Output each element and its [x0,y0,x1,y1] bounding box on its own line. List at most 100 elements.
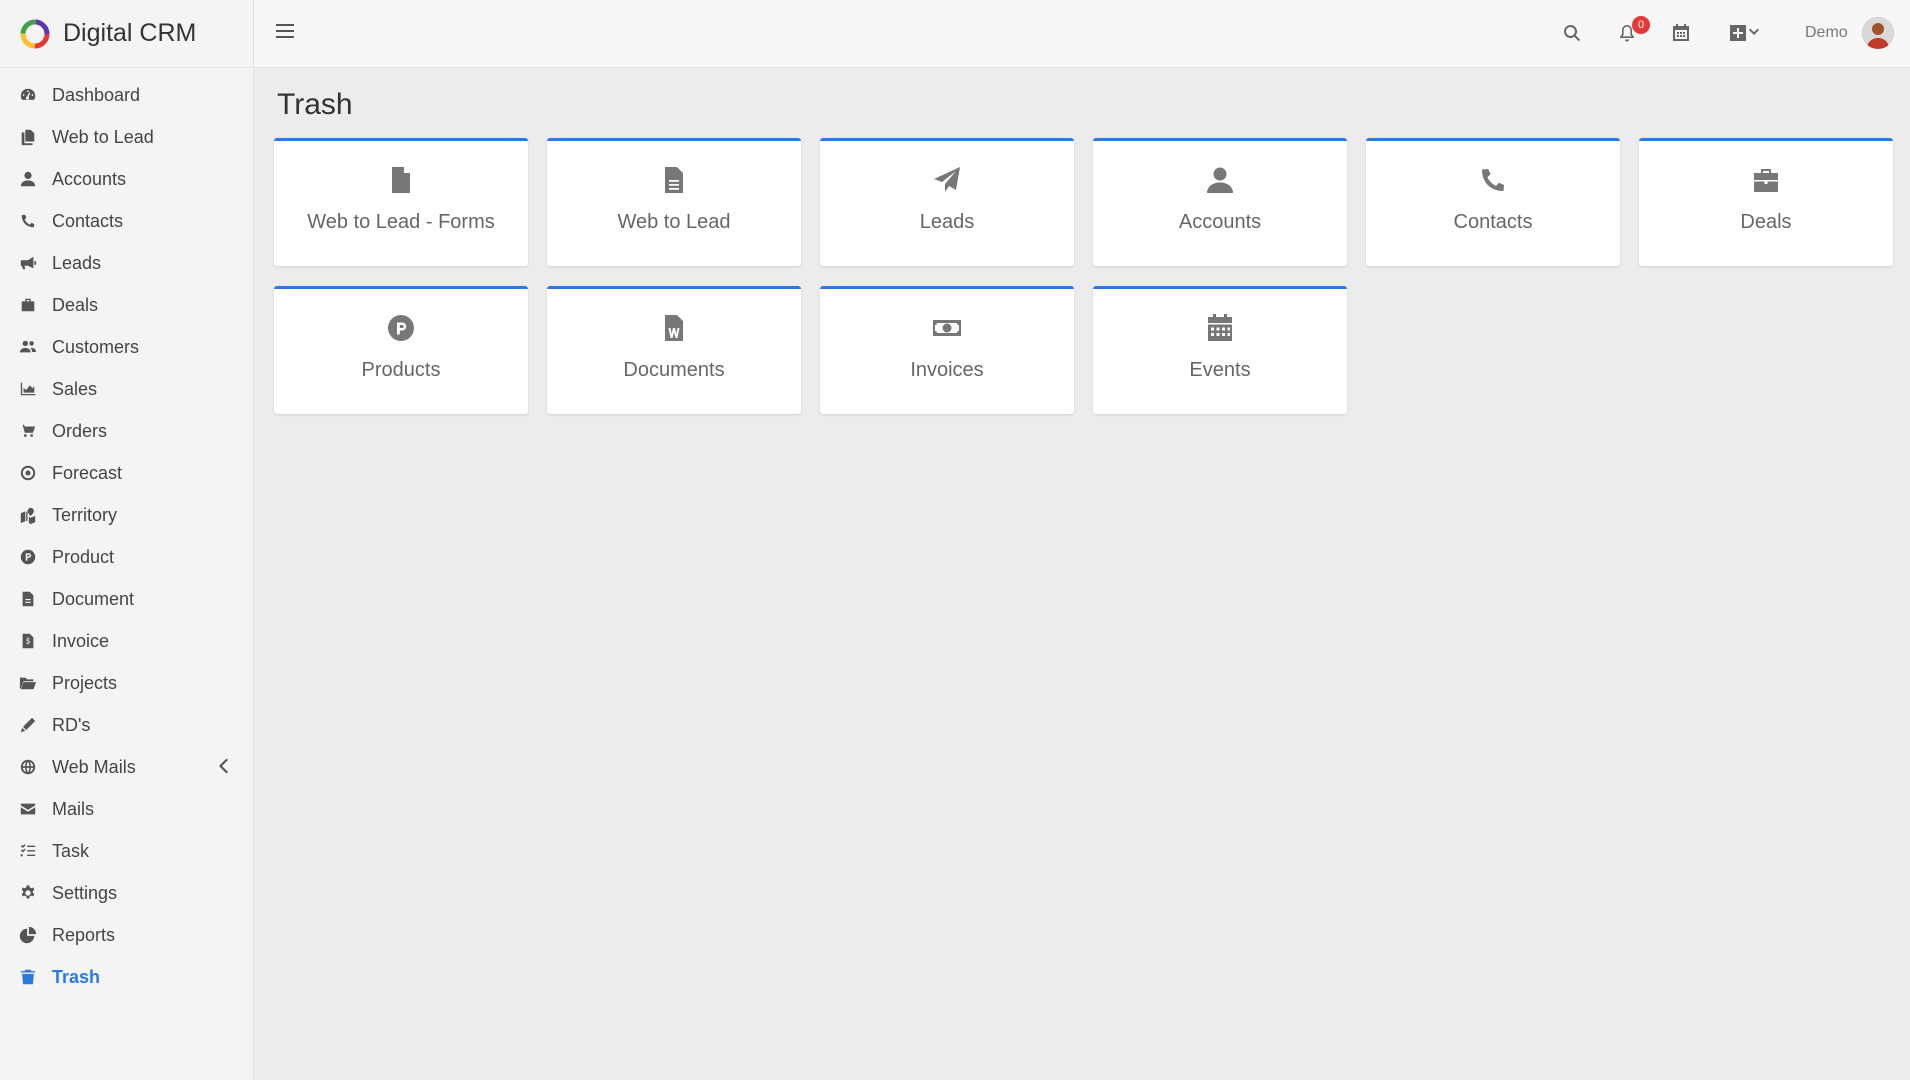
sidebar-item-contacts[interactable]: Contacts [0,200,253,242]
sidebar-item-label: Mails [52,798,95,819]
sidebar-item-label: Accounts [52,168,127,189]
dashboard-icon [18,85,38,105]
user-name[interactable]: Demo [1805,24,1848,42]
page-title: Trash [277,88,353,121]
file-lines-icon [657,163,691,197]
sidebar-item-dashboard[interactable]: Dashboard [0,74,253,116]
trash-card-documents[interactable]: Documents [547,286,801,414]
sidebar-item-label: Orders [52,420,108,441]
notifications-bell-icon[interactable]: 0 [1614,16,1650,46]
sidebar-item-accounts[interactable]: Accounts [0,158,253,200]
menu-toggle-icon[interactable] [274,20,300,46]
trash-card-contacts[interactable]: Contacts [1366,138,1620,266]
pen-icon [18,715,38,735]
sidebar-item-reports[interactable]: Reports [0,914,253,956]
sidebar-item-label: RD's [52,714,91,735]
chevron-left-icon[interactable] [219,758,233,775]
sidebar-item-label: Invoice [52,630,110,651]
card-label: Accounts [1178,211,1262,233]
sidebar-item-mails[interactable]: Mails [0,788,253,830]
card-label: Invoices [910,359,984,381]
trash-icon [18,967,38,987]
sidebar-item-trash[interactable]: Trash [0,956,253,998]
document-icon [18,589,38,609]
briefcase-icon [18,295,38,315]
briefcase-icon [1749,163,1783,197]
sidebar-item-label: Territory [52,504,118,525]
sidebar-item-document[interactable]: Document [0,578,253,620]
sidebar-item-projects[interactable]: Projects [0,662,253,704]
sidebar-item-web-mails[interactable]: Web Mails [0,746,253,788]
user-icon [18,169,38,189]
copy-icon [18,127,38,147]
cart-icon [18,421,38,441]
sidebar-menu: Dashboard Web to Lead Accounts Contacts … [0,68,253,998]
product-p-icon [384,311,418,345]
calendar-icon[interactable] [1668,20,1694,46]
sidebar-item-label: Customers [52,336,140,357]
sidebar-item-customers[interactable]: Customers [0,326,253,368]
sidebar-item-invoice[interactable]: Invoice [0,620,253,662]
sidebar-item-leads[interactable]: Leads [0,242,253,284]
word-file-icon [657,311,691,345]
trash-card-deals[interactable]: Deals [1639,138,1893,266]
search-icon[interactable] [1559,20,1585,46]
tasks-icon [18,841,38,861]
sidebar-item-web-to-lead[interactable]: Web to Lead [0,116,253,158]
sidebar-item-deals[interactable]: Deals [0,284,253,326]
trash-card-web-to-lead[interactable]: Web to Lead [547,138,801,266]
sidebar-item-label: Deals [52,294,99,315]
money-bill-icon [930,311,964,345]
sidebar-item-label: Task [52,840,90,861]
sidebar-item-label: Settings [52,882,118,903]
sidebar-item-label: Trash [52,966,101,987]
users-icon [18,337,38,357]
calendar-icon [1203,311,1237,345]
card-label: Contacts [1453,211,1533,233]
sidebar-item-orders[interactable]: Orders [0,410,253,452]
phone-icon [1476,163,1510,197]
sidebar-item-sales[interactable]: Sales [0,368,253,410]
gear-icon [18,883,38,903]
sidebar-item-label: Dashboard [52,84,141,105]
user-icon [1203,163,1237,197]
folder-open-icon [18,673,38,693]
trash-card-web-to-lead-forms[interactable]: Web to Lead - Forms [274,138,528,266]
phone-icon [18,211,38,231]
sidebar-item-rds[interactable]: RD's [0,704,253,746]
trash-card-leads[interactable]: Leads [820,138,1074,266]
brand-logo-icon [20,19,50,48]
card-label: Web to Lead [617,211,731,233]
product-p-icon [18,547,38,567]
notifications-count-badge: 0 [1632,16,1650,34]
card-label: Leads [919,211,975,233]
sidebar-item-product[interactable]: Product [0,536,253,578]
sidebar-item-label: Web to Lead [52,126,154,147]
file-icon [384,163,418,197]
envelope-icon [18,799,38,819]
quick-add-dropdown-icon[interactable] [1726,20,1762,46]
trash-card-events[interactable]: Events [1093,286,1347,414]
sidebar-item-forecast[interactable]: Forecast [0,452,253,494]
sidebar-item-label: Projects [52,672,118,693]
pie-chart-icon [18,925,38,945]
sidebar-item-label: Reports [52,924,116,945]
brand-name: Digital CRM [63,19,197,47]
card-label: Documents [623,359,725,381]
brand[interactable]: Digital CRM [0,0,253,68]
map-icon [18,505,38,525]
trash-card-invoices[interactable]: Invoices [820,286,1074,414]
user-avatar[interactable] [1862,17,1894,49]
card-label: Products [361,359,441,381]
area-chart-icon [18,379,38,399]
target-icon [18,463,38,483]
paper-plane-icon [930,163,964,197]
trash-card-accounts[interactable]: Accounts [1093,138,1347,266]
sidebar-item-territory[interactable]: Territory [0,494,253,536]
sidebar: Digital CRM Dashboard Web to Lead Accoun… [0,0,254,1080]
sidebar-item-label: Contacts [52,210,124,231]
sidebar-item-label: Leads [52,252,102,273]
sidebar-item-settings[interactable]: Settings [0,872,253,914]
sidebar-item-task[interactable]: Task [0,830,253,872]
trash-card-products[interactable]: Products [274,286,528,414]
